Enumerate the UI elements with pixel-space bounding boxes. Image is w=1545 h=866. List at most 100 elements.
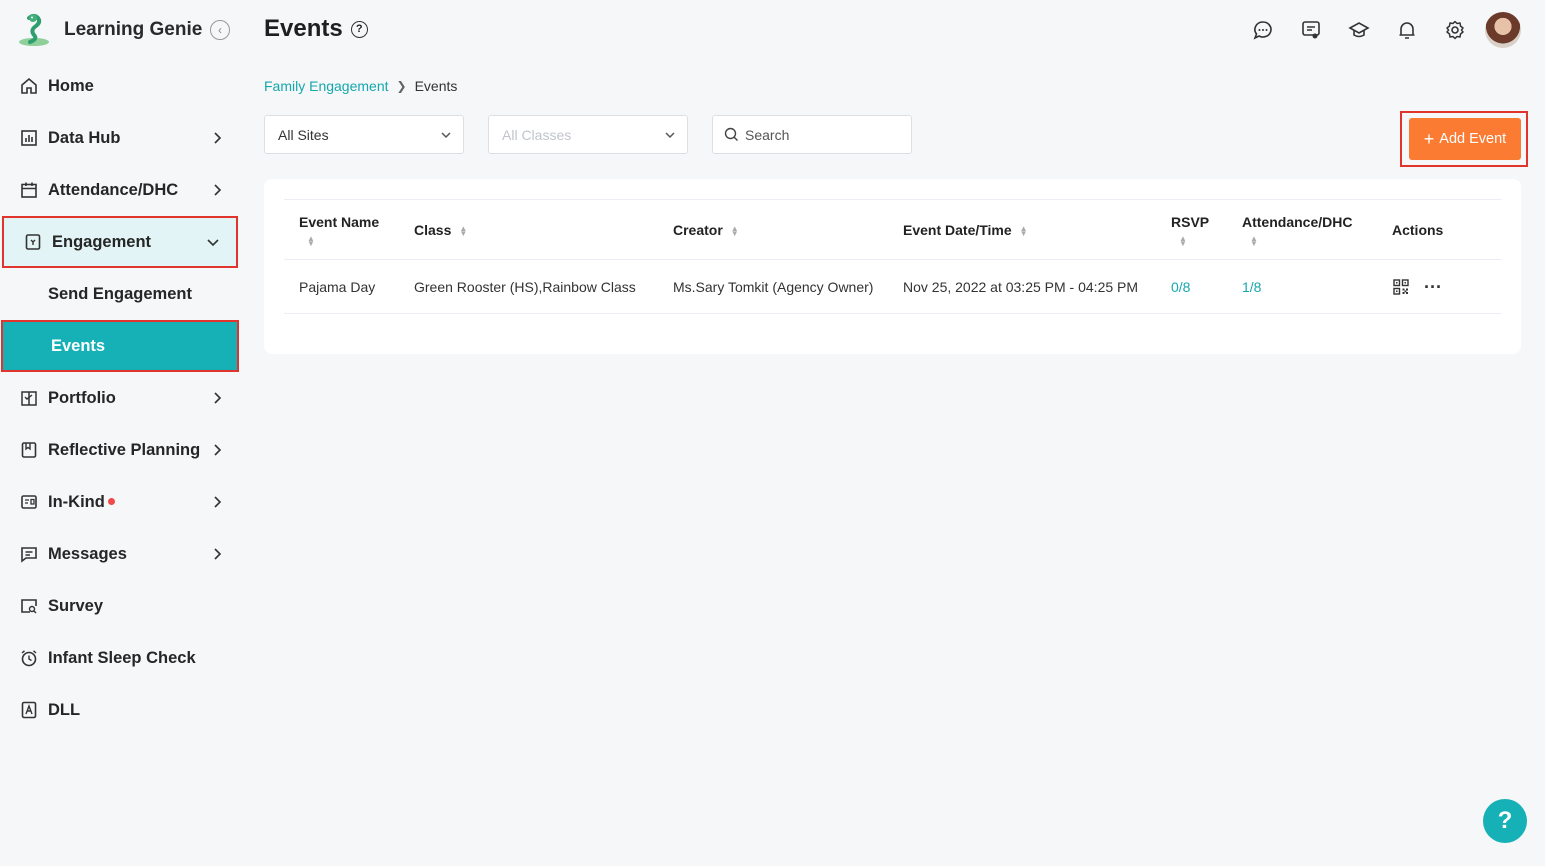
more-options-icon[interactable]: ··· [1424, 278, 1442, 296]
sidebar-item-label: Home [48, 76, 94, 95]
class-select[interactable]: All Classes [488, 115, 688, 154]
help-fab-button[interactable]: ? [1483, 799, 1527, 843]
sort-icon[interactable]: ▲ ▼ [459, 224, 467, 237]
site-select-value: All Sites [278, 126, 329, 143]
events-card: Event Name ▲ ▼ Class ▲ ▼ Creator ▲ ▼ Event Dat… [264, 179, 1521, 354]
sort-icon[interactable]: ▲ ▼ [1020, 224, 1028, 237]
sidebar-item-label: Data Hub [48, 128, 121, 147]
sidebar-item-label: Attendance/DHC [48, 180, 179, 199]
column-header-class[interactable]: Class ▲ ▼ [399, 200, 658, 260]
inkind-icon [20, 493, 38, 511]
survey-icon [20, 597, 38, 615]
sidebar-item-infant-sleep-check[interactable]: Infant Sleep Check [0, 632, 240, 684]
column-header-event-date[interactable]: Event Date/Time ▲ ▼ [888, 200, 1156, 260]
add-event-highlight: + Add Event [1400, 111, 1528, 167]
header-label: Creator [673, 221, 723, 238]
top-toolbar [1227, 12, 1521, 48]
gear-icon[interactable] [1443, 18, 1467, 42]
clock-icon [20, 649, 38, 667]
cell-date-time: Nov 25, 2022 at 03:25 PM - 04:25 PM [903, 278, 1139, 295]
chevron-right-icon [214, 444, 222, 456]
add-event-label: Add Event [1439, 131, 1507, 147]
sidebar-item-portfolio[interactable]: Portfolio [0, 372, 240, 424]
sidebar-item-data-hub[interactable]: Data Hub [0, 112, 240, 164]
add-event-button[interactable]: + Add Event [1409, 118, 1521, 160]
sort-icon[interactable]: ▲ ▼ [307, 234, 399, 247]
chevron-right-icon [214, 496, 222, 508]
header-label: Event Date/Time [903, 221, 1012, 238]
breadcrumb: Family Engagement ❯ Events [264, 78, 457, 94]
sidebar-item-label: In-Kind [48, 493, 115, 512]
search-box[interactable] [712, 115, 912, 154]
chart-icon [20, 129, 38, 147]
sidebar-item-survey[interactable]: Survey [0, 580, 240, 632]
sidebar-item-events[interactable]: Events [1, 320, 239, 372]
header-label: Attendance/DHC [1242, 213, 1353, 230]
sidebar-item-label: Engagement [52, 232, 152, 251]
bell-icon[interactable] [1395, 18, 1419, 42]
header-label: Class [414, 221, 452, 238]
notification-dot [107, 497, 115, 505]
chat-icon[interactable] [1251, 18, 1275, 42]
learning-genie-logo [19, 14, 49, 46]
cell-creator: Ms.Sary Tomkit (Agency Owner) [673, 278, 874, 295]
in-kind-label: In-Kind [48, 492, 105, 511]
class-select-value: All Classes [502, 126, 572, 143]
sidebar-item-label: Portfolio [48, 388, 116, 407]
graduation-cap-icon[interactable] [1347, 18, 1371, 42]
table-header-row: Event Name ▲ ▼ Class ▲ ▼ Creator ▲ ▼ Event Dat… [284, 199, 1501, 260]
cell-class: Green Rooster (HS),Rainbow Class [414, 278, 636, 295]
calendar-icon [20, 181, 38, 199]
chevron-down-icon [207, 239, 219, 247]
sidebar-item-label: Messages [48, 544, 127, 563]
collapse-sidebar-icon[interactable]: ‹ [210, 20, 230, 40]
sidebar-item-label: Survey [48, 596, 104, 615]
search-input[interactable] [745, 126, 905, 143]
sidebar-item-attendance[interactable]: Attendance/DHC [0, 164, 240, 216]
app-name: Learning Genie [64, 19, 203, 40]
chevron-right-icon: ❯ [396, 79, 407, 93]
header-label: Actions [1392, 221, 1444, 238]
column-header-rsvp[interactable]: RSVP ▲ ▼ [1156, 200, 1227, 260]
sidebar-item-label: Reflective Planning [48, 440, 201, 459]
notes-icon[interactable] [1299, 18, 1323, 42]
cell-actions: ··· [1377, 260, 1501, 314]
search-icon [724, 127, 738, 141]
chevron-right-icon [214, 184, 222, 196]
sidebar-item-reflective-planning[interactable]: Reflective Planning [0, 424, 240, 476]
sidebar-item-label: Infant Sleep Check [48, 648, 196, 667]
sort-icon[interactable]: ▲ ▼ [1250, 234, 1377, 247]
sidebar-item-send-engagement[interactable]: Send Engagement [0, 268, 240, 320]
home-icon [20, 77, 38, 95]
qr-code-icon[interactable] [1392, 278, 1410, 296]
breadcrumb-family-engagement[interactable]: Family Engagement [264, 78, 389, 94]
cell-event-name: Pajama Day [299, 278, 376, 295]
avatar[interactable] [1485, 12, 1521, 48]
breadcrumb-current: Events [414, 78, 458, 94]
chevron-down-icon [441, 132, 451, 139]
column-header-attendance[interactable]: Attendance/DHC ▲ ▼ [1227, 200, 1377, 260]
sidebar-item-dll[interactable]: DLL [0, 684, 240, 736]
column-header-creator[interactable]: Creator ▲ ▼ [658, 200, 888, 260]
sidebar-item-home[interactable]: Home [0, 60, 240, 112]
site-select[interactable]: All Sites [264, 115, 464, 154]
table-row: Pajama Day Green Rooster (HS),Rainbow Cl… [284, 260, 1501, 314]
sidebar-item-label: Events [51, 336, 106, 355]
column-header-event-name[interactable]: Event Name ▲ ▼ [284, 200, 399, 260]
sort-icon[interactable]: ▲ ▼ [1179, 234, 1227, 247]
chevron-down-icon [665, 132, 675, 139]
help-icon[interactable]: ? [350, 20, 368, 38]
sidebar-item-in-kind[interactable]: In-Kind [0, 476, 240, 528]
dll-icon [20, 701, 38, 719]
cell-attendance-link[interactable]: 1/8 [1227, 260, 1377, 314]
sort-icon[interactable]: ▲ ▼ [731, 224, 739, 237]
cell-rsvp-link[interactable]: 0/8 [1156, 260, 1227, 314]
sidebar-item-label: Send Engagement [48, 284, 192, 303]
sidebar-item-messages[interactable]: Messages [0, 528, 240, 580]
header-label: Event Name [299, 213, 380, 230]
sidebar-item-label: DLL [48, 700, 81, 719]
page-title: Events ? [264, 15, 368, 43]
chevron-right-icon [214, 132, 222, 144]
column-header-actions: Actions [1377, 200, 1501, 260]
sidebar-item-engagement[interactable]: Engagement [2, 216, 238, 268]
